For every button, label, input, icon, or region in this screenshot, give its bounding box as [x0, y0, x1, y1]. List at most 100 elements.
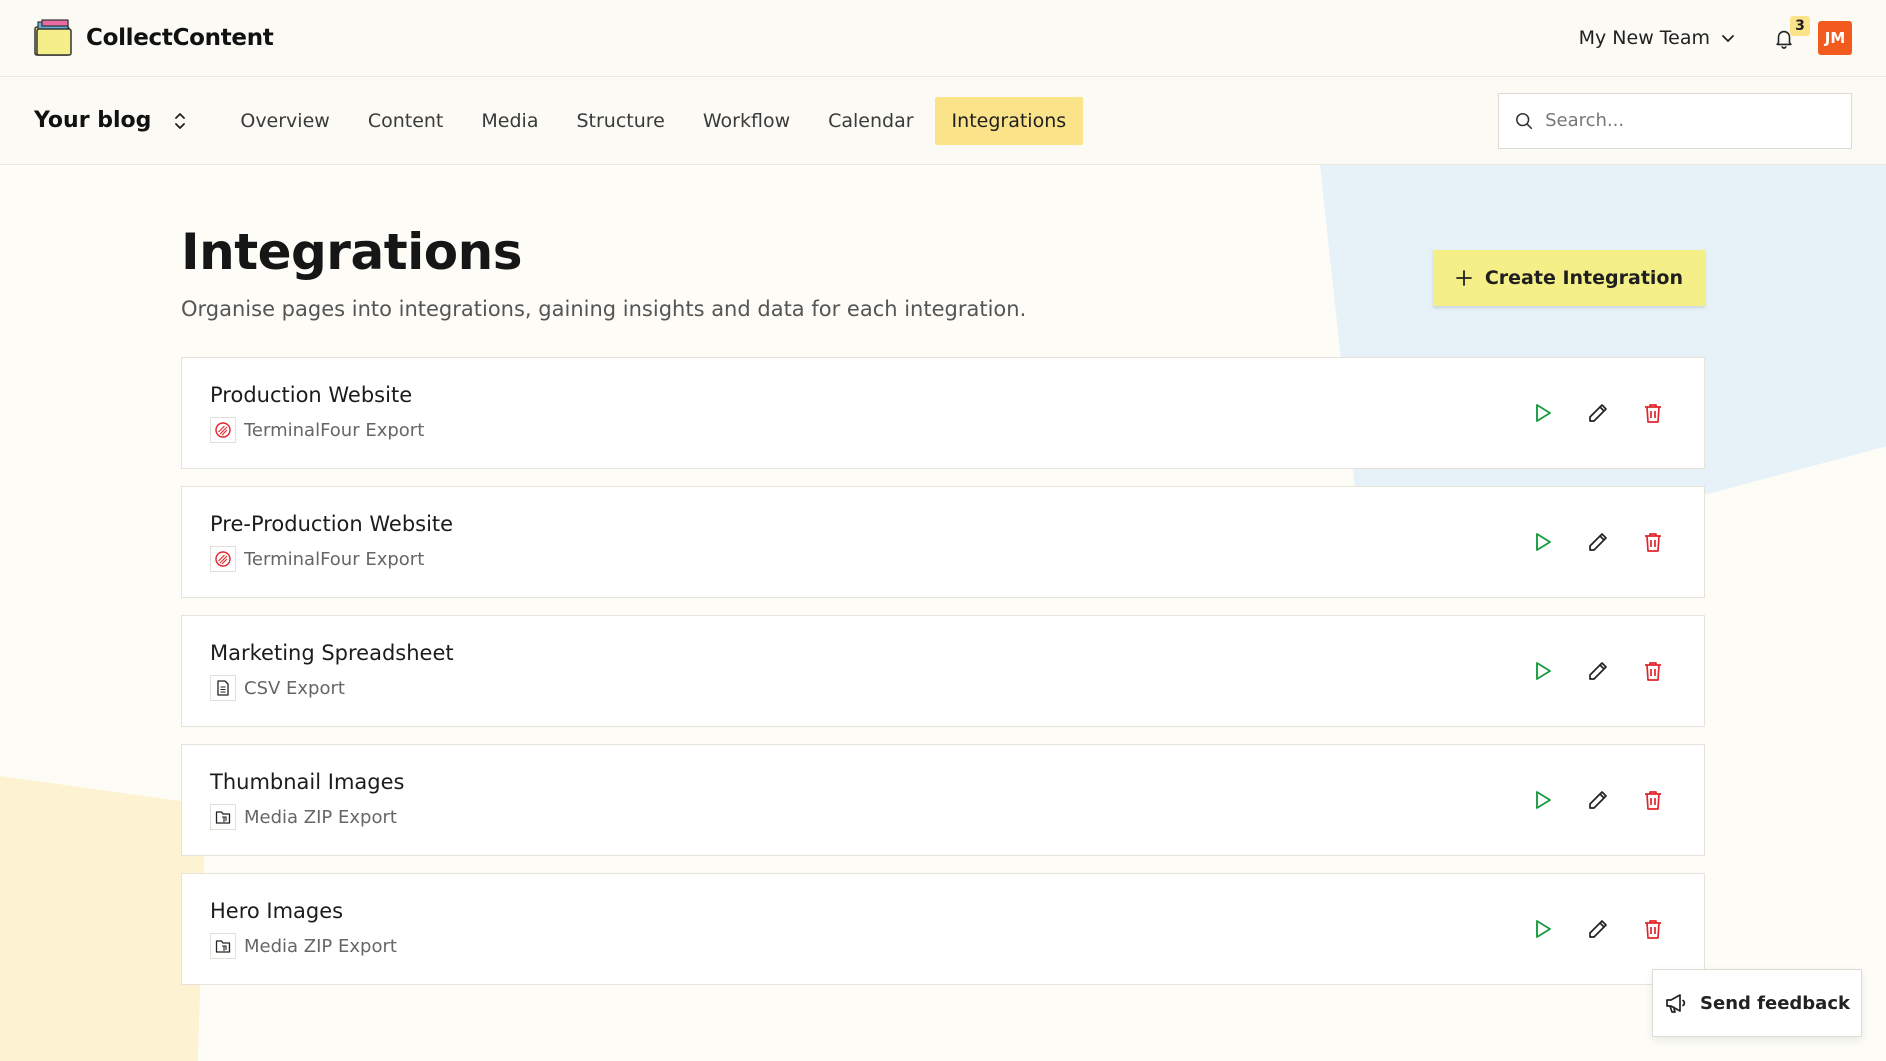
integration-type: TerminalFour Export: [210, 417, 424, 443]
plus-icon: [1455, 270, 1472, 286]
integration-info: Hero Images Media ZIP Export: [210, 899, 397, 959]
trash-icon: [1645, 791, 1661, 810]
notifications-button[interactable]: 3: [1770, 16, 1810, 52]
tab-calendar[interactable]: Calendar: [811, 97, 930, 145]
trash-icon: [1645, 533, 1661, 552]
project-name: Your blog: [34, 108, 152, 133]
media-folder-icon: [210, 933, 236, 959]
delete-integration-button[interactable]: [1639, 915, 1667, 943]
terminalfour-icon: [210, 546, 236, 572]
integration-actions: [1529, 399, 1667, 427]
edit-integration-button[interactable]: [1584, 399, 1612, 427]
trash-icon: [1645, 404, 1661, 423]
chevron-up-down-icon: [175, 112, 186, 129]
integration-card[interactable]: Thumbnail Images Media ZIP Export: [181, 744, 1705, 856]
notification-count-badge: 3: [1790, 16, 1810, 36]
integration-name: Pre-Production Website: [210, 512, 454, 536]
trash-icon: [1645, 662, 1661, 681]
background-shape-yellow: [0, 776, 206, 1061]
create-integration-button[interactable]: Create Integration: [1432, 250, 1705, 306]
collectcontent-logo-icon: [34, 19, 72, 56]
edit-integration-button[interactable]: [1584, 915, 1612, 943]
run-integration-button[interactable]: [1529, 657, 1557, 685]
integration-type-label: Media ZIP Export: [244, 806, 397, 828]
nav-tabs: Overview Content Media Structure Workflo…: [223, 96, 1084, 145]
integration-actions: [1529, 657, 1667, 685]
megaphone-icon: [1666, 994, 1686, 1013]
integration-name: Production Website: [210, 383, 413, 407]
play-icon: [1536, 533, 1551, 551]
brand[interactable]: CollectContent: [34, 19, 274, 57]
integration-card[interactable]: Production Website TerminalFour Export: [181, 357, 1705, 469]
delete-integration-button[interactable]: [1639, 528, 1667, 556]
integration-type-label: CSV Export: [244, 677, 345, 699]
chevron-down-icon: [1722, 35, 1734, 42]
integration-name: Marketing Spreadsheet: [210, 641, 454, 665]
play-icon: [1536, 662, 1551, 680]
integration-actions: [1529, 786, 1667, 814]
integration-list: Production Website TerminalFour Export P…: [181, 357, 1705, 985]
top-right-controls: My New Team 3 JM: [1579, 16, 1852, 55]
integration-card[interactable]: Pre-Production Website TerminalFour Expo…: [181, 486, 1705, 598]
brand-name: CollectContent: [86, 25, 274, 51]
integration-actions: [1529, 915, 1667, 943]
integration-type: Media ZIP Export: [210, 933, 397, 959]
integration-info: Thumbnail Images Media ZIP Export: [210, 770, 404, 830]
top-bar: CollectContent My New Team 3 JM: [0, 0, 1886, 77]
edit-integration-button[interactable]: [1584, 657, 1612, 685]
integration-type-label: Media ZIP Export: [244, 935, 397, 957]
user-avatar[interactable]: JM: [1818, 21, 1852, 55]
integration-card[interactable]: Hero Images Media ZIP Export: [181, 873, 1705, 985]
tab-content[interactable]: Content: [351, 97, 461, 145]
delete-integration-button[interactable]: [1639, 399, 1667, 427]
tab-structure[interactable]: Structure: [559, 97, 681, 145]
integration-type: TerminalFour Export: [210, 546, 453, 572]
trash-icon: [1645, 920, 1661, 939]
run-integration-button[interactable]: [1529, 399, 1557, 427]
run-integration-button[interactable]: [1529, 786, 1557, 814]
run-integration-button[interactable]: [1529, 528, 1557, 556]
pencil-icon: [1589, 791, 1607, 809]
integration-type-label: TerminalFour Export: [244, 548, 425, 570]
tab-overview[interactable]: Overview: [223, 97, 346, 145]
terminalfour-icon: [210, 417, 236, 443]
integration-info: Production Website TerminalFour Export: [210, 383, 424, 443]
project-switcher[interactable]: Your blog: [34, 108, 187, 133]
tab-integrations[interactable]: Integrations: [934, 96, 1084, 145]
edit-integration-button[interactable]: [1584, 786, 1612, 814]
create-integration-label: Create Integration: [1484, 267, 1683, 289]
team-selector[interactable]: My New Team: [1579, 27, 1736, 49]
send-feedback-label: Send feedback: [1700, 992, 1850, 1014]
search-box: [1498, 92, 1852, 149]
send-feedback-button[interactable]: Send feedback: [1652, 969, 1862, 1037]
project-nav-bar: Your blog Overview Content Media Structu…: [0, 77, 1886, 165]
media-folder-icon: [210, 804, 236, 830]
tab-media[interactable]: Media: [464, 97, 555, 145]
pencil-icon: [1589, 533, 1607, 551]
team-name: My New Team: [1578, 27, 1710, 49]
pencil-icon: [1589, 404, 1607, 422]
run-integration-button[interactable]: [1529, 915, 1557, 943]
csv-file-icon: [210, 675, 236, 701]
integration-type-label: TerminalFour Export: [244, 419, 425, 441]
tab-workflow[interactable]: Workflow: [686, 97, 807, 145]
integration-info: Marketing Spreadsheet CSV Export: [210, 641, 454, 701]
delete-integration-button[interactable]: [1639, 786, 1667, 814]
integration-card[interactable]: Marketing Spreadsheet CSV Export: [181, 615, 1705, 727]
integration-type: CSV Export: [210, 675, 454, 701]
integration-actions: [1529, 528, 1667, 556]
pencil-icon: [1589, 662, 1607, 680]
main-content: Integrations Organise pages into integra…: [181, 165, 1705, 985]
delete-integration-button[interactable]: [1639, 657, 1667, 685]
search-input[interactable]: [1545, 110, 1835, 131]
integration-name: Thumbnail Images: [210, 770, 405, 794]
pencil-icon: [1589, 920, 1607, 938]
edit-integration-button[interactable]: [1584, 528, 1612, 556]
integration-name: Hero Images: [210, 899, 344, 923]
integration-info: Pre-Production Website TerminalFour Expo…: [210, 512, 453, 572]
search-icon: [1516, 112, 1533, 129]
play-icon: [1536, 404, 1551, 422]
play-icon: [1536, 791, 1551, 809]
play-icon: [1536, 920, 1551, 938]
integration-type: Media ZIP Export: [210, 804, 404, 830]
